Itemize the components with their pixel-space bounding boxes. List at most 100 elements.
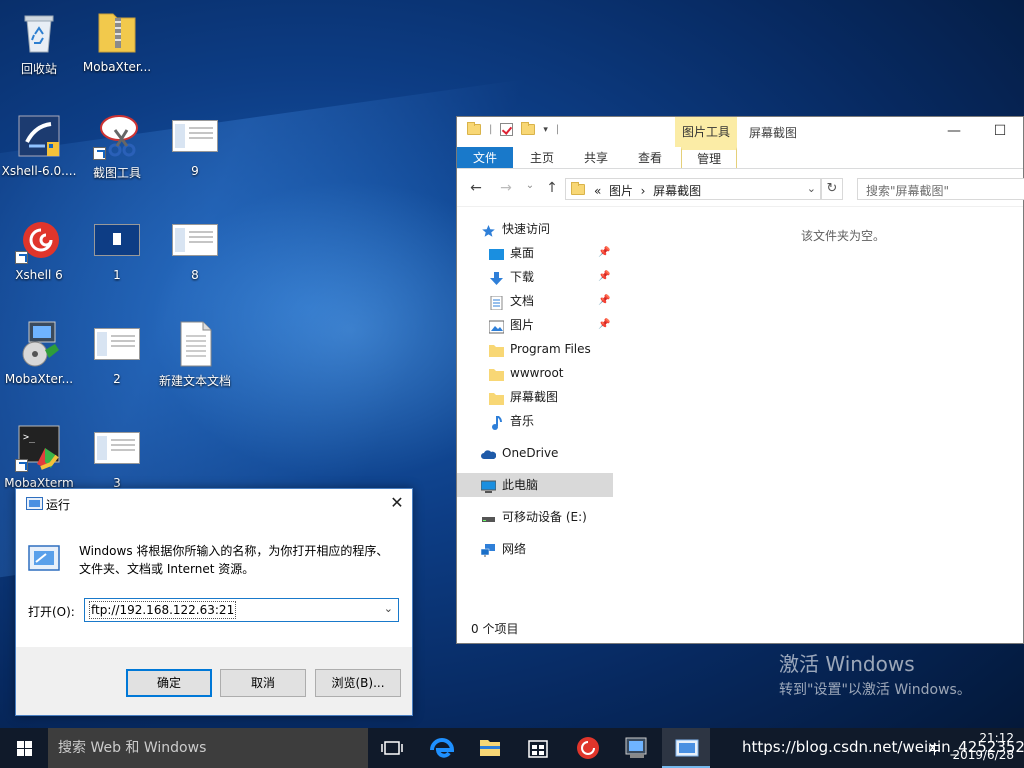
desktop-icon-label: 回收站	[20, 62, 57, 76]
maximize-icon[interactable]: ☐	[977, 117, 1023, 147]
start-button[interactable]	[0, 728, 48, 768]
desktop-icon-mobaxterm-installer[interactable]: MobaXter...	[0, 320, 78, 386]
tab-file[interactable]: 文件	[457, 147, 514, 168]
picture-icon	[488, 318, 505, 334]
tab-manage[interactable]: 管理	[681, 147, 738, 168]
minimize-icon[interactable]: —	[931, 117, 977, 147]
nav-item-pictures[interactable]: 图片 📌	[457, 313, 613, 337]
desktop-icon-label: Xshell-6.0....	[1, 164, 77, 178]
desktop-icon-label: Xshell 6	[15, 268, 63, 282]
file-explorer-taskbar-button[interactable]	[466, 728, 514, 768]
run-app-icon	[26, 497, 43, 510]
forward-arrow-icon[interactable]: →	[497, 180, 515, 196]
desktop-icon-mobaxterm[interactable]: >_ MobaXterm	[0, 424, 78, 490]
desktop-icon-xshell-installer[interactable]: Xshell-6.0....	[0, 112, 78, 178]
refresh-icon[interactable]: ↻	[821, 178, 843, 200]
address-bar[interactable]: « 图片 › 屏幕截图 ⌄	[565, 178, 821, 200]
breadcrumb-overflow[interactable]: «	[594, 184, 601, 198]
task-view-button[interactable]	[368, 728, 416, 768]
cancel-button[interactable]: 取消	[220, 669, 306, 697]
run-dialog-body: Windows 将根据你所输入的名称，为你打开相应的程序、文件夹、文档或 Int…	[16, 519, 412, 647]
desktop-icon-new-text-document[interactable]: 新建文本文档	[156, 320, 234, 389]
run-title-bar[interactable]: 运行 ✕	[16, 489, 412, 519]
pin-icon[interactable]: 📌	[598, 289, 610, 313]
breadcrumb: « 图片 › 屏幕截图	[594, 182, 701, 199]
qat-customize-icon[interactable]: ▾	[543, 125, 548, 135]
nav-item-desktop[interactable]: 桌面 📌	[457, 241, 613, 265]
qat-separator: |	[489, 124, 493, 135]
desktop-icon-image-9[interactable]: 9	[156, 112, 234, 178]
desktop-icon-image-8[interactable]: 8	[156, 216, 234, 282]
ok-button[interactable]: 确定	[126, 669, 212, 697]
nav-label: 屏幕截图	[510, 390, 559, 404]
taskbar: 搜索 Web 和 Windows https://blog.csdn.net/w…	[0, 728, 1024, 768]
run-command-value[interactable]: ftp://192.168.122.63:21	[89, 601, 237, 619]
nav-item-screenshots[interactable]: 屏幕截图	[457, 385, 613, 409]
store-taskbar-button[interactable]	[514, 728, 562, 768]
clock-date: 2019/6/28	[952, 748, 1014, 762]
desktop-icon-label: 8	[191, 268, 199, 282]
up-arrow-icon[interactable]: ↑	[543, 180, 561, 196]
taskbar-clock[interactable]: 21:12 2019/6/28	[952, 730, 1014, 764]
back-arrow-icon[interactable]: ←	[467, 180, 485, 196]
desktop-icon-mobaxterm-zip[interactable]: MobaXter...	[78, 8, 156, 74]
run-dialog-title: 运行	[46, 498, 71, 512]
nav-label: 网络	[502, 542, 527, 556]
desktop-icon-image-1[interactable]: 1	[78, 216, 156, 282]
computer-icon	[480, 478, 497, 493]
file-explorer-window[interactable]: | ▾ | 图片工具 屏幕截图 — ☐ 文件 主页 共享 查看 管理 ← → ⌄…	[456, 116, 1024, 644]
nav-item-onedrive[interactable]: OneDrive	[457, 441, 613, 465]
address-chevron-down-icon[interactable]: ⌄	[807, 182, 816, 195]
nav-item-program-files[interactable]: Program Files	[457, 337, 613, 361]
nav-item-removable-drive[interactable]: 可移动设备 (E:)	[457, 505, 613, 529]
new-folder-icon[interactable]	[521, 122, 536, 135]
run-command-input[interactable]: ftp://192.168.122.63:21 ⌄	[84, 598, 399, 622]
nav-item-network[interactable]: 网络	[457, 537, 613, 561]
close-icon[interactable]: ✕	[382, 489, 412, 517]
run-dialog[interactable]: 运行 ✕ Windows 将根据你所输入的名称，为你打开相应的程序、文件夹、文档…	[15, 488, 413, 716]
run-description: Windows 将根据你所输入的名称，为你打开相应的程序、文件夹、文档或 Int…	[79, 544, 389, 576]
edge-taskbar-button[interactable]	[418, 728, 466, 768]
pin-icon[interactable]: 📌	[598, 241, 610, 265]
desktop-icon-snipping-tool[interactable]: 截图工具	[78, 112, 156, 181]
tab-home[interactable]: 主页	[515, 147, 569, 168]
search-input[interactable]: 搜索"屏幕截图"	[857, 178, 1024, 200]
window-title: 屏幕截图	[749, 126, 798, 140]
image-thumbnail-icon	[172, 224, 218, 256]
breadcrumb-pictures[interactable]: 图片	[609, 184, 633, 198]
pin-icon[interactable]: 📌	[598, 313, 610, 337]
pin-icon[interactable]: 📌	[598, 265, 610, 289]
image-thumbnail-icon	[94, 224, 140, 256]
explorer-title-bar[interactable]: | ▾ | 图片工具 屏幕截图 — ☐	[457, 117, 1023, 147]
folder-icon	[489, 390, 504, 405]
desktop-icon-xshell[interactable]: Xshell 6	[0, 216, 78, 282]
taskbar-search-input[interactable]: 搜索 Web 和 Windows	[48, 728, 368, 768]
desktop-icon-recycle-bin[interactable]: 回收站	[0, 8, 78, 77]
clock-time: 21:12	[979, 731, 1014, 745]
nav-item-this-pc[interactable]: 此电脑	[457, 473, 613, 497]
nav-item-documents[interactable]: 文档 📌	[457, 289, 613, 313]
zip-folder-icon	[93, 8, 141, 56]
xshell-icon	[577, 737, 599, 759]
breadcrumb-screenshots[interactable]: 屏幕截图	[653, 184, 701, 198]
folder-icon[interactable]	[467, 122, 481, 135]
properties-icon[interactable]	[500, 123, 514, 136]
nav-item-quick-access[interactable]: 快速访问	[457, 217, 613, 241]
desktop-icon-image-2[interactable]: 2	[78, 320, 156, 386]
history-chevron-down-icon[interactable]: ⌄	[384, 602, 393, 615]
mobaxterm-taskbar-button[interactable]	[612, 728, 660, 768]
input-method-indicator[interactable]: 中	[928, 739, 941, 758]
xshell-installer-icon	[15, 112, 63, 160]
shortcut-arrow-icon	[93, 147, 106, 160]
tab-share[interactable]: 共享	[569, 147, 623, 168]
xshell-taskbar-button[interactable]	[564, 728, 612, 768]
nav-item-wwwroot[interactable]: wwwroot	[457, 361, 613, 385]
desktop-icon-image-3[interactable]: 3	[78, 424, 156, 490]
recent-chevron-down-icon[interactable]: ⌄	[521, 180, 539, 191]
browse-button[interactable]: 浏览(B)...	[315, 669, 401, 697]
run-taskbar-button[interactable]	[662, 728, 710, 768]
nav-item-downloads[interactable]: 下载 📌	[457, 265, 613, 289]
tab-view[interactable]: 查看	[623, 147, 677, 168]
nav-label: 音乐	[510, 414, 535, 428]
nav-item-music[interactable]: 音乐	[457, 409, 613, 433]
